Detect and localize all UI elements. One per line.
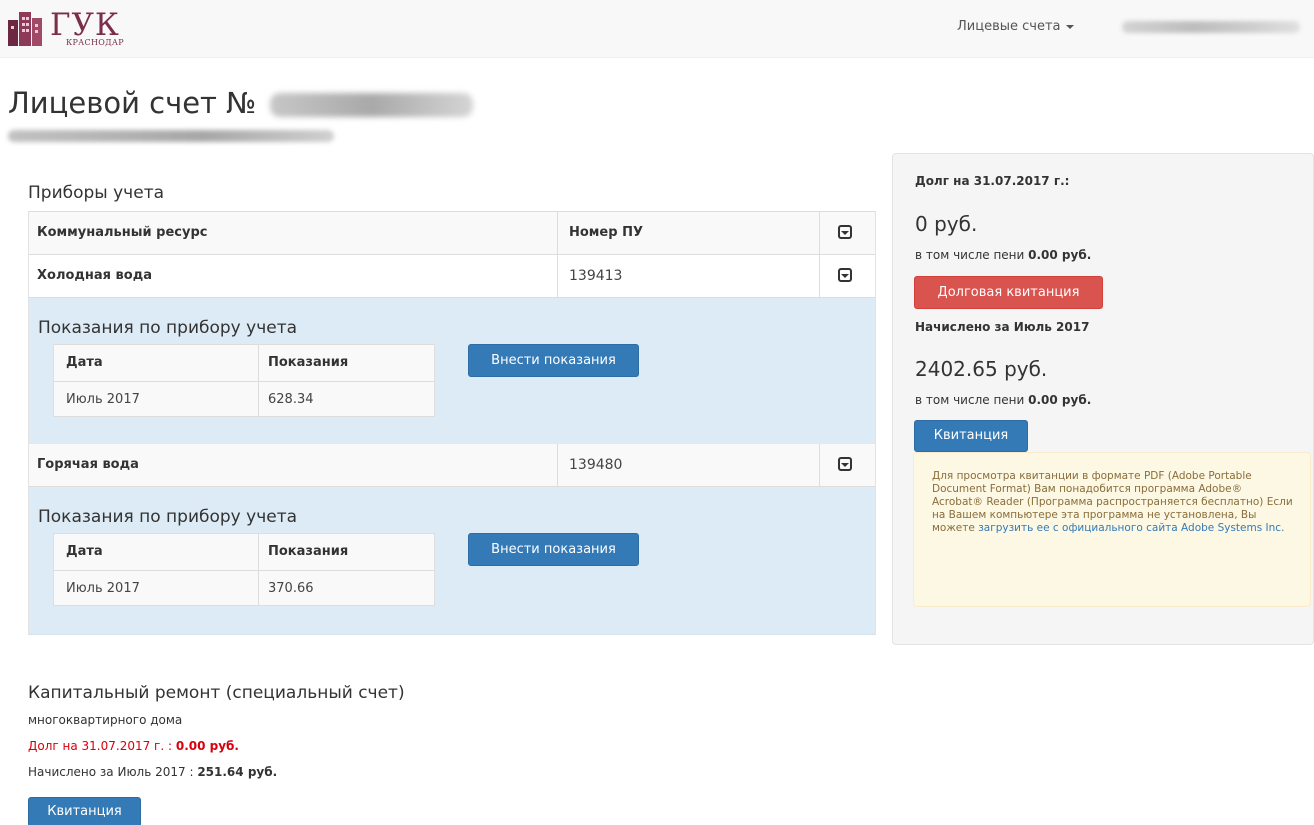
penalty-prefix: в том числе пени (915, 248, 1025, 262)
billing-summary-panel: Долг на 31.07.2017 г.: 0 руб. в том числ… (892, 153, 1314, 645)
charged-amount: 2402.65 руб. (915, 357, 1048, 381)
caret-down-icon (1065, 24, 1074, 29)
pdf-note: Для просмотра квитанции в формате PDF (A… (913, 452, 1311, 607)
readings-title: Показания по прибору учета (38, 318, 298, 338)
expand-all-icon[interactable] (838, 225, 852, 239)
readings-row: Июль 2017 628.34 (54, 381, 434, 416)
readings-header-row: Дата Показания (54, 345, 434, 381)
header-resource: Коммунальный ресурс (37, 225, 208, 240)
readings-title: Показания по прибору учета (38, 507, 298, 527)
penalty-prefix: в том числе пени (915, 393, 1025, 407)
capital-charged-label: Начислено за Июль 2017 : (28, 765, 194, 779)
capital-receipt-button[interactable]: Квитанция (28, 797, 141, 825)
capital-debt-label: Долг на 31.07.2017 г. : (28, 739, 173, 753)
debt-label: Долг на 31.07.2017 г.: (915, 174, 1070, 188)
meter-number: 139480 (569, 457, 623, 473)
debt-amount: 0 руб. (915, 212, 978, 236)
logo-subtitle: КРАСНОДАР (66, 38, 124, 47)
reading-value: 370.66 (268, 581, 314, 596)
capital-charged: Начислено за Июль 2017 : 251.64 руб. (28, 765, 277, 779)
readings-table: Дата Показания Июль 2017 628.34 (53, 344, 435, 417)
meter-number: 139413 (569, 268, 623, 284)
meter-resource: Холодная вода (37, 268, 152, 283)
header-meter-number: Номер ПУ (569, 225, 643, 240)
capital-repair-subtitle: многоквартирного дома (28, 713, 183, 727)
enter-readings-button[interactable]: Внести показания (468, 533, 639, 566)
col-date: Дата (66, 544, 103, 559)
address-redacted (8, 130, 334, 142)
logo[interactable]: ГУК КРАСНОДАР (8, 10, 160, 50)
meter-readings-panel: Показания по прибору учета Дата Показани… (29, 298, 875, 444)
charged-penalty: в том числе пени 0.00 руб. (915, 393, 1091, 407)
navbar: ГУК КРАСНОДАР Лицевые счета (0, 0, 1314, 58)
reading-value: 628.34 (268, 392, 314, 407)
enter-readings-button[interactable]: Внести показания (468, 344, 639, 377)
readings-row: Июль 2017 370.66 (54, 570, 434, 605)
capital-debt-value: 0.00 руб. (175, 739, 239, 753)
accounts-dropdown-label: Лицевые счета (957, 19, 1061, 34)
reading-date: Июль 2017 (66, 392, 140, 407)
meter-resource: Горячая вода (37, 457, 139, 472)
capital-charged-value: 251.64 руб. (197, 765, 278, 779)
building-icon (8, 10, 48, 46)
meters-table: Коммунальный ресурс Номер ПУ Холодная во… (28, 211, 876, 635)
col-value: Показания (268, 544, 349, 559)
capital-debt: Долг на 31.07.2017 г. : 0.00 руб. (28, 739, 239, 753)
charged-label: Начислено за Июль 2017 (915, 320, 1090, 334)
debt-penalty: в том числе пени 0.00 руб. (915, 248, 1091, 262)
collapse-toggle-icon[interactable] (838, 268, 852, 282)
col-date: Дата (66, 355, 103, 370)
reading-date: Июль 2017 (66, 581, 140, 596)
logo-title: ГУК (50, 7, 120, 43)
accounts-dropdown[interactable]: Лицевые счета (957, 19, 1074, 34)
account-number-redacted (270, 93, 473, 117)
charged-penalty-value: 0.00 руб. (1028, 393, 1092, 407)
capital-repair-title: Капитальный ремонт (специальный счет) (28, 683, 405, 703)
debt-receipt-button[interactable]: Долговая квитанция (914, 276, 1103, 309)
meter-row[interactable]: Холодная вода 139413 (29, 255, 875, 298)
receipt-button[interactable]: Квитанция (914, 420, 1028, 452)
user-email-redacted[interactable] (1122, 21, 1300, 33)
col-value: Показания (268, 355, 349, 370)
meters-section-title: Приборы учета (28, 183, 165, 203)
meter-row[interactable]: Горячая вода 139480 (29, 444, 875, 487)
adobe-download-link[interactable]: загрузить ее с официального сайта Adobe … (978, 522, 1284, 534)
page-title: Лицевой счет № (8, 86, 257, 120)
readings-table: Дата Показания Июль 2017 370.66 (53, 533, 435, 606)
meters-header-row: Коммунальный ресурс Номер ПУ (29, 212, 875, 255)
readings-header-row: Дата Показания (54, 534, 434, 570)
debt-penalty-value: 0.00 руб. (1028, 248, 1092, 262)
collapse-toggle-icon[interactable] (838, 457, 852, 471)
meter-readings-panel: Показания по прибору учета Дата Показани… (29, 487, 875, 635)
